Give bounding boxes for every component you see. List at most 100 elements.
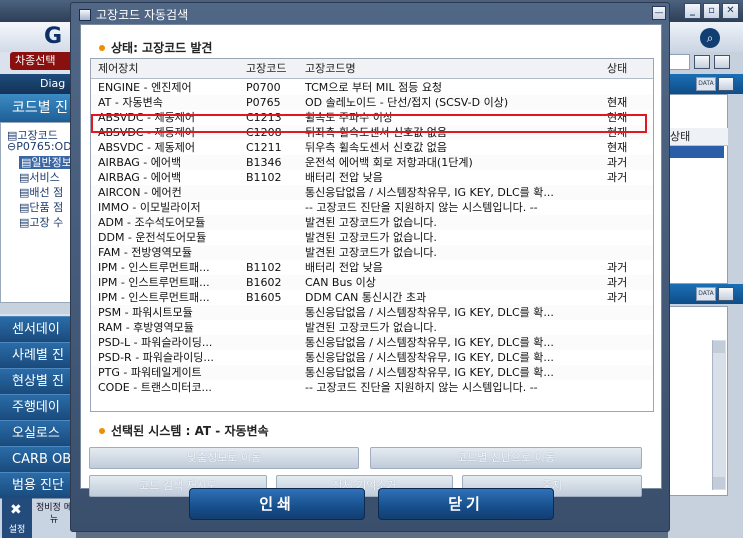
table-row[interactable]: DDM - 운전석도어모듈 발견된 고장코드가 없습니다.: [91, 230, 653, 245]
status-column-header: 상태: [668, 128, 728, 146]
table-row[interactable]: IPM - 인스트루먼트패... B1602 CAN Bus 이상 과거: [91, 275, 653, 290]
code-diag-menu[interactable]: 코드별 진: [0, 94, 76, 122]
right-scrollbar[interactable]: [712, 340, 726, 490]
setup-button[interactable]: ✖ 설정: [2, 498, 32, 538]
search-icon[interactable]: ⌕: [700, 28, 720, 48]
selected-system-line: 선택된 시스템 : AT - 자동변속: [99, 422, 269, 439]
cell-description: 발견된 고장코드가 없습니다.: [305, 321, 437, 334]
table-row[interactable]: AIRBAG - 에어백 B1102 배터리 전압 낮음 과거: [91, 170, 653, 185]
cell-status: 현재: [607, 96, 628, 109]
table-row[interactable]: RAM - 후방영역모듈 발견된 고장코드가 없습니다.: [91, 320, 653, 335]
status-line: 상태: 고장코드 발견: [99, 39, 212, 56]
table-row[interactable]: CODE - 트랜스미터코... -- 고장코드 진단을 지원하지 않는 시스템입…: [91, 380, 653, 395]
table-row[interactable]: ABSVDC - 제동제어 C1208 뒤좌측 휠속도센서 신호값 없음 현재: [91, 125, 653, 140]
column-header-controller[interactable]: 제어장치: [98, 59, 246, 79]
cell-controller: ADM - 조수석도어모듈: [98, 216, 206, 229]
cell-controller: AIRBAG - 에어백: [98, 156, 182, 169]
menu-case-diag[interactable]: 사례별 진: [0, 342, 76, 368]
menu-symptom-diag[interactable]: 현상별 진: [0, 368, 76, 394]
cell-controller: PTG - 파워테일게이트: [98, 366, 202, 379]
cell-code: P0700: [246, 81, 281, 94]
tree-item[interactable]: ⊖P0765:OD: [7, 140, 72, 153]
cell-description: 발견된 고장코드가 없습니다.: [305, 231, 437, 244]
expand-icon[interactable]: [718, 77, 734, 91]
table-row[interactable]: PSM - 파워시트모듈 통신응답없음 / 시스템장착유무, IG KEY, DL…: [91, 305, 653, 320]
menu-drive-data[interactable]: 주행데이: [0, 394, 76, 420]
cell-description: 통신응답없음 / 시스템장착유무, IG KEY, DLC를 확...: [305, 366, 554, 379]
column-header-status[interactable]: 상태: [607, 59, 651, 79]
table-row[interactable]: AIRBAG - 에어백 B1346 운전석 에어백 회로 저항과대(1단계) 과거: [91, 155, 653, 170]
column-header-code[interactable]: 고장코드: [246, 59, 303, 79]
cell-description: -- 고장코드 진단을 지원하지 않는 시스템입니다. --: [305, 381, 538, 394]
app-close-button[interactable]: ✕: [722, 3, 739, 19]
menu-carb-obd[interactable]: CARB OB: [0, 446, 76, 472]
window-icon[interactable]: [714, 55, 730, 69]
go-to-match-info-button[interactable]: 맞춤정보로 이동: [89, 447, 359, 469]
diag-tab[interactable]: Diag: [0, 74, 76, 94]
maintenance-menu-button[interactable]: 정비정 메뉴: [34, 500, 74, 536]
table-row[interactable]: ABSVDC - 제동제어 C1211 뒤우측 휠속도센서 신호값 없음 현재: [91, 140, 653, 155]
dialog-body: 상태: 고장코드 발견 제어장치 고장코드 고장코드명 상태 ENGINE - …: [80, 24, 662, 497]
vehicle-select-button[interactable]: 차종선택: [10, 52, 74, 70]
tree-item[interactable]: ▤배선 점: [19, 184, 63, 200]
scroll-down-button[interactable]: [713, 477, 725, 489]
cell-controller: IPM - 인스트루먼트패...: [98, 276, 210, 289]
table-row[interactable]: IMMO - 이모빌라이저 -- 고장코드 진단을 지원하지 않는 시스템입니다.…: [91, 200, 653, 215]
table-row[interactable]: ABSVDC - 제동제어 C1213 휠속도 주파수 이상 현재: [91, 110, 653, 125]
cell-description: 배터리 전압 낮음: [305, 171, 383, 184]
table-header: 제어장치 고장코드 고장코드명 상태: [91, 59, 653, 79]
menu-generic-diag[interactable]: 범용 진단: [0, 472, 76, 498]
expand-icon[interactable]: [718, 287, 734, 301]
cell-controller: ABSVDC - 제동제어: [98, 111, 195, 124]
cell-controller: PSD-R - 파워슬라이딩...: [98, 351, 214, 364]
cell-code: C1208: [246, 126, 282, 139]
table-row[interactable]: PTG - 파워테일게이트 통신응답없음 / 시스템장착유무, IG KEY, D…: [91, 365, 653, 380]
table-row[interactable]: AIRCON - 에어컨 통신응답없음 / 시스템장착유무, IG KEY, DL…: [91, 185, 653, 200]
selected-row[interactable]: [668, 146, 724, 158]
tree-item[interactable]: ▤고장 수: [19, 214, 63, 230]
right-list-panel: [668, 94, 728, 284]
minimize-icon[interactable]: —: [652, 6, 666, 20]
restore-button[interactable]: ▫: [703, 3, 720, 19]
app-window-controls: _ ▫ ✕: [684, 3, 739, 19]
cell-status: 과거: [607, 291, 628, 304]
cell-description: 발견된 고장코드가 없습니다.: [305, 246, 437, 259]
tree-item[interactable]: ▤서비스: [19, 169, 60, 185]
table-row[interactable]: IPM - 인스트루먼트패... B1605 DDM CAN 통신시간 초과 과거: [91, 290, 653, 305]
cell-description: OD 솔레노이드 - 단선/접지 (SCSV-D 이상): [305, 96, 509, 109]
close-button[interactable]: 닫기: [378, 488, 554, 520]
tree-item[interactable]: ▤단품 점: [19, 199, 63, 215]
column-header-description[interactable]: 고장코드명: [305, 59, 600, 79]
cell-controller: ENGINE - 엔진제어: [98, 81, 192, 94]
cell-code: C1213: [246, 111, 282, 124]
right-input[interactable]: [668, 54, 690, 70]
menu-oscilloscope[interactable]: 오실로스: [0, 420, 76, 446]
scroll-up-button[interactable]: [713, 341, 725, 353]
tree-scrollbar[interactable]: [0, 302, 76, 314]
cell-description: DDM CAN 통신시간 초과: [305, 291, 427, 304]
dtc-auto-search-dialog: 고장코드 자동검색 — 상태: 고장코드 발견 제어장치 고장코드 고장코드명 …: [70, 2, 670, 532]
table-row[interactable]: PSD-L - 파워슬라이딩... 통신응답없음 / 시스템장착유무, IG KE…: [91, 335, 653, 350]
table-row[interactable]: ADM - 조수석도어모듈 발견된 고장코드가 없습니다.: [91, 215, 653, 230]
cell-description: 통신응답없음 / 시스템장착유무, IG KEY, DLC를 확...: [305, 336, 554, 349]
cell-status: 현재: [607, 141, 628, 154]
selected-system-text: 선택된 시스템 : AT - 자동변속: [111, 424, 269, 438]
table-row[interactable]: ENGINE - 엔진제어 P0700 TCM으로 부터 MIL 점등 요청: [91, 80, 653, 95]
tree-item-selected[interactable]: ▤일반정보: [19, 154, 74, 170]
table-row[interactable]: PSD-R - 파워슬라이딩... 통신응답없음 / 시스템장착유무, IG KE…: [91, 350, 653, 365]
save-icon[interactable]: [694, 55, 710, 69]
table-row[interactable]: AT - 자동변속 P0765 OD 솔레노이드 - 단선/접지 (SCSV-D 이…: [91, 95, 653, 110]
print-button[interactable]: 인쇄: [189, 488, 365, 520]
cell-status: 현재: [607, 111, 628, 124]
data-badge-icon: DATA: [696, 287, 716, 301]
cell-code: B1605: [246, 291, 282, 304]
table-row[interactable]: IPM - 인스트루먼트패... B1102 배터리 전압 낮음 과거: [91, 260, 653, 275]
app-logo: G: [0, 22, 76, 52]
go-to-code-diag-button[interactable]: 코드별 진단으로 이동: [370, 447, 642, 469]
minimize-button[interactable]: _: [684, 3, 701, 19]
menu-sensor-data[interactable]: 센서데이: [0, 316, 76, 342]
cell-description: 발견된 고장코드가 없습니다.: [305, 216, 437, 229]
cell-controller: FAM - 전방영역모듈: [98, 246, 193, 259]
cell-code: C1211: [246, 141, 282, 154]
table-row[interactable]: FAM - 전방영역모듈 발견된 고장코드가 없습니다.: [91, 245, 653, 260]
